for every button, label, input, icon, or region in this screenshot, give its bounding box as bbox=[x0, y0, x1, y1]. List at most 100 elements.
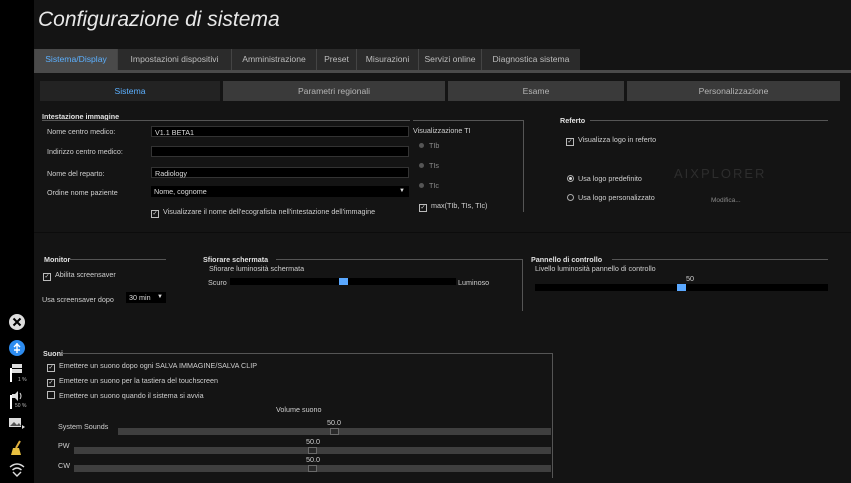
logo-personalizzato-label: Usa logo personalizzato bbox=[578, 193, 655, 202]
ti-divider bbox=[413, 120, 523, 121]
ti-border bbox=[523, 120, 524, 212]
pw-label: PW bbox=[58, 441, 70, 450]
monitor-title: Monitor bbox=[44, 255, 71, 264]
suoni-divider bbox=[62, 353, 552, 354]
radio-icon bbox=[419, 183, 424, 188]
checkbox-icon: ✓ bbox=[419, 204, 427, 212]
pannello-divider bbox=[612, 259, 828, 260]
chevron-down-icon: ▼ bbox=[399, 188, 405, 194]
radio-icon bbox=[567, 175, 574, 182]
usb-icon[interactable] bbox=[7, 339, 27, 359]
ordine-label: Ordine nome paziente bbox=[47, 188, 118, 197]
broom-icon[interactable] bbox=[7, 440, 27, 460]
checkbox-icon: ✓ bbox=[47, 379, 55, 387]
suono-tastiera-label: Emettere un suono per la tastiera del to… bbox=[59, 376, 219, 385]
suono-salva-option[interactable]: ✓ Emettere un suono dopo ogni SALVA IMMAG… bbox=[47, 361, 257, 372]
slider-thumb[interactable] bbox=[308, 465, 317, 472]
pannello-title: Pannello di controllo bbox=[531, 255, 603, 264]
screensaver-label: Abilita screensaver bbox=[55, 270, 116, 279]
system-sounds-value: 50.0 bbox=[327, 418, 341, 427]
volume-level-bar bbox=[10, 395, 12, 409]
ti-option-tib-label: TIb bbox=[429, 141, 440, 150]
ti-option-tis-label: TIs bbox=[429, 161, 439, 170]
slider-thumb[interactable] bbox=[308, 447, 317, 454]
suoni-title: Suoni bbox=[43, 349, 63, 358]
referto-logo-option[interactable]: ✓ Visualizza logo in referto bbox=[566, 135, 656, 146]
ti-option-tis[interactable]: TIs bbox=[419, 161, 439, 170]
tab-amministrazione[interactable]: Amministrazione bbox=[231, 49, 316, 70]
tab-servizi-online[interactable]: Servizi online bbox=[418, 49, 481, 70]
checkbox-icon: ✓ bbox=[566, 138, 574, 146]
slider-thumb[interactable] bbox=[339, 278, 348, 285]
cw-slider[interactable] bbox=[74, 465, 551, 472]
pannello-slider[interactable] bbox=[535, 284, 828, 291]
referto-title: Referto bbox=[560, 116, 586, 125]
ti-max-option[interactable]: ✓ max(TIb, TIs, TIc) bbox=[419, 201, 487, 212]
radio-icon bbox=[567, 194, 574, 201]
logo-predefinito-option[interactable]: Usa logo predefinito bbox=[567, 174, 642, 183]
scuro-label: Scuro bbox=[208, 278, 227, 287]
modifica-button[interactable]: Modifica... bbox=[711, 197, 741, 204]
slider-thumb[interactable] bbox=[677, 284, 686, 291]
logo-watermark: AIXPLORER bbox=[674, 166, 767, 181]
reparto-field[interactable]: Radiology bbox=[151, 167, 409, 178]
subtab-esame[interactable]: Esame bbox=[448, 81, 624, 101]
logo-predefinito-label: Usa logo predefinito bbox=[578, 174, 642, 183]
ti-title: Visualizzazione TI bbox=[413, 126, 471, 135]
referto-divider bbox=[590, 120, 828, 121]
pw-value: 50.0 bbox=[306, 437, 320, 446]
logo-personalizzato-option[interactable]: Usa logo personalizzato bbox=[567, 193, 655, 202]
suono-avvio-label: Emettere un suono quando il sistema si a… bbox=[59, 391, 204, 400]
indirizzo-label: Indirizzo centro medico: bbox=[47, 147, 123, 156]
sfiorare-title: Sfiorare schermata bbox=[203, 255, 269, 264]
checkbox-icon: ✓ bbox=[47, 364, 55, 372]
subtab-parametri-regionali[interactable]: Parametri regionali bbox=[223, 81, 445, 101]
ecografista-option[interactable]: ✓ Visualizzare il nome dell'ecografista n… bbox=[151, 207, 375, 218]
ecografista-label: Visualizzare il nome dell'ecografista ne… bbox=[163, 207, 376, 216]
storage-level-bar bbox=[10, 368, 12, 382]
checkbox-icon bbox=[47, 391, 55, 399]
sfiorare-divider bbox=[276, 259, 522, 260]
nome-centro-label: Nome centro medico: bbox=[47, 127, 116, 136]
ordine-select[interactable]: Nome, cognome ▼ bbox=[151, 186, 409, 197]
sfiorare-slider[interactable] bbox=[230, 278, 456, 285]
slider-thumb[interactable] bbox=[330, 428, 339, 435]
image-export-icon[interactable] bbox=[7, 416, 27, 436]
screensaver-time-select[interactable]: 30 min ▼ bbox=[126, 292, 166, 303]
close-icon[interactable] bbox=[7, 313, 27, 333]
sfiorare-border bbox=[522, 259, 523, 311]
tab-misurazioni[interactable]: Misurazioni bbox=[356, 49, 418, 70]
sfiorare-sub-label: Sfiorare luminosità schermata bbox=[209, 264, 305, 273]
screensaver-time-value: 30 min bbox=[129, 293, 151, 302]
screensaver-option[interactable]: ✓ Abilita screensaver bbox=[43, 270, 116, 281]
tab-sistema-display[interactable]: Sistema/Display bbox=[34, 49, 117, 70]
nome-centro-field[interactable]: V1.1 BETA1 bbox=[151, 126, 409, 137]
radio-icon bbox=[419, 143, 424, 148]
indirizzo-field[interactable] bbox=[151, 146, 409, 157]
section-separator bbox=[34, 232, 851, 233]
storage-percent: 1 % bbox=[18, 377, 27, 383]
screensaver-dopo-label: Usa screensaver dopo bbox=[42, 295, 114, 304]
wifi-icon[interactable] bbox=[7, 463, 27, 483]
monitor-divider bbox=[70, 259, 166, 260]
ti-option-tib[interactable]: TIb bbox=[419, 141, 439, 150]
cw-value: 50.0 bbox=[306, 455, 320, 464]
reparto-label: Nome del reparto: bbox=[47, 169, 105, 178]
ti-option-tic[interactable]: TIc bbox=[419, 181, 439, 190]
suono-salva-label: Emettere un suono dopo ogni SALVA IMMAGI… bbox=[59, 361, 258, 370]
subtab-sistema[interactable]: Sistema bbox=[40, 81, 220, 101]
pw-slider[interactable] bbox=[74, 447, 551, 454]
suono-tastiera-option[interactable]: ✓ Emettere un suono per la tastiera del t… bbox=[47, 376, 218, 387]
tab-preset[interactable]: Preset bbox=[316, 49, 356, 70]
tab-impostazioni-dispositivi[interactable]: Impostazioni dispositivi bbox=[117, 49, 231, 70]
chevron-down-icon: ▼ bbox=[157, 294, 163, 300]
ti-max-label: max(TIb, TIs, TIc) bbox=[431, 201, 488, 210]
cw-label: CW bbox=[58, 461, 70, 470]
subtab-personalizzazione[interactable]: Personalizzazione bbox=[627, 81, 840, 101]
system-sounds-label: System Sounds bbox=[58, 422, 109, 431]
suono-avvio-option[interactable]: Emettere un suono quando il sistema si a… bbox=[47, 391, 204, 400]
pannello-value: 50 bbox=[686, 274, 694, 283]
system-sounds-slider[interactable] bbox=[118, 428, 551, 435]
tab-diagnostica-sistema[interactable]: Diagnostica sistema bbox=[481, 49, 580, 70]
tab-underline bbox=[34, 70, 851, 73]
